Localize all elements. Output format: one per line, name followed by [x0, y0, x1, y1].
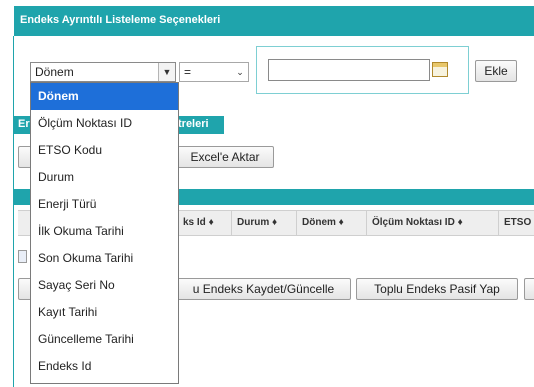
panel-left-border [13, 36, 14, 387]
action-button-partial[interactable] [524, 278, 534, 300]
bulk-passive-button[interactable]: Toplu Endeks Pasif Yap [356, 278, 518, 300]
field-select-value: Dönem [35, 65, 74, 79]
chevron-down-icon[interactable]: ⌄ [232, 63, 248, 81]
field-option-kayit-tarihi[interactable]: Kayıt Tarihi [31, 299, 178, 326]
operator-select-value: = [184, 65, 192, 79]
column-header-olcum-noktasi-id[interactable]: Ölçüm Noktası ID ♦ [366, 210, 498, 236]
field-select[interactable]: Dönem ▼ [30, 62, 176, 82]
column-header-endeks-id[interactable]: ks Id ♦ [177, 210, 231, 236]
field-option-ilk-okuma-tarihi[interactable]: İlk Okuma Tarihi [31, 218, 178, 245]
add-filter-button[interactable]: Ekle [475, 60, 517, 82]
chevron-down-icon[interactable]: ▼ [158, 63, 175, 81]
tab-label-left[interactable]: Er [18, 118, 30, 130]
column-header-durum[interactable]: Durum ♦ [231, 210, 296, 236]
field-option-etso-kodu[interactable]: ETSO Kodu [31, 137, 178, 164]
field-option-sayac-seri-no[interactable]: Sayaç Seri No [31, 272, 178, 299]
column-header-donem[interactable]: Dönem ♦ [296, 210, 366, 236]
export-excel-button[interactable]: Excel'e Aktar [176, 146, 274, 168]
field-option-enerji-turu[interactable]: Enerji Türü [31, 191, 178, 218]
field-option-son-okuma-tarihi[interactable]: Son Okuma Tarihi [31, 245, 178, 272]
tab-label-right[interactable]: treleri [178, 118, 209, 130]
section-header: Endeks Ayrıntılı Listeleme Seçenekleri [14, 6, 534, 36]
field-options-list: Dönem Ölçüm Noktası ID ETSO Kodu Durum E… [30, 82, 179, 384]
field-option-durum[interactable]: Durum [31, 164, 178, 191]
calendar-icon[interactable] [432, 62, 448, 77]
operator-select[interactable]: = ⌄ [179, 62, 249, 82]
field-option-olcum-noktasi-id[interactable]: Ölçüm Noktası ID [31, 110, 178, 137]
filter-value-input[interactable] [268, 59, 430, 81]
section-title: Endeks Ayrıntılı Listeleme Seçenekleri [20, 14, 221, 26]
bulk-save-button[interactable]: u Endeks Kaydet/Güncelle [176, 278, 351, 300]
field-option-endeks-id[interactable]: Endeks Id [31, 353, 178, 380]
field-option-guncelleme-tarihi[interactable]: Güncelleme Tarihi [31, 326, 178, 353]
row-checkbox[interactable] [18, 250, 27, 263]
column-header-etso[interactable]: ETSO [498, 210, 534, 236]
field-option-donem[interactable]: Dönem [31, 83, 178, 110]
